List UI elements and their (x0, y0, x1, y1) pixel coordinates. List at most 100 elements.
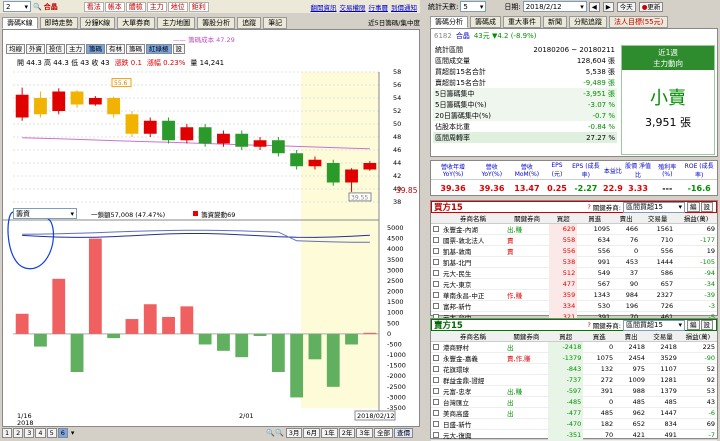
table-row[interactable]: 凱基-敦南賣 556 556 0 556 19 (431, 245, 717, 257)
column-header[interactable]: 券商名稱 (441, 213, 505, 224)
table-row[interactable]: 永豐金-內湖 出,賺 629 1095 466 1561 69 (431, 223, 717, 235)
row-checkbox[interactable] (433, 248, 439, 254)
column-header[interactable]: 買超 (549, 213, 578, 224)
dropdown-icon[interactable]: ▾ (71, 429, 75, 437)
btn-main[interactable]: 主力 (146, 1, 167, 12)
column-header[interactable]: 買進 (577, 213, 613, 224)
zoom-out-icon[interactable]: 🔍 (266, 429, 275, 437)
row-checkbox[interactable] (433, 366, 439, 372)
symbol-input[interactable]: 2 ▾ (3, 1, 31, 12)
link-rights[interactable]: 交易權限 (340, 2, 366, 12)
row-checkbox[interactable] (433, 270, 439, 276)
query-price-button[interactable]: 查價 (394, 428, 413, 438)
column-header[interactable]: 賣出 (615, 331, 648, 342)
row-checkbox[interactable] (433, 377, 439, 383)
tab-chips[interactable]: 籌股分析 (197, 17, 236, 29)
range-2[interactable]: 2 (13, 428, 24, 438)
link-calendar[interactable]: 行事曆 (369, 2, 389, 12)
search-icon[interactable]: 🔍 (33, 3, 42, 11)
tab-chip-analysis[interactable]: 籌碼分析 (430, 16, 468, 28)
column-header[interactable]: 交易量 (640, 213, 676, 224)
link-info[interactable]: 翻開資訊 (311, 2, 337, 12)
range-1y[interactable]: 1年 (321, 428, 338, 438)
range-all[interactable]: 全部 (374, 428, 393, 438)
sell-set-button[interactable]: 設 (700, 320, 713, 330)
table-row[interactable]: 華南永昌-中正 作,賺 359 1343 984 2327 -39 (431, 289, 717, 301)
range-4[interactable]: 4 (35, 428, 46, 438)
row-checkbox[interactable] (433, 344, 439, 350)
row-checkbox[interactable] (433, 226, 439, 232)
row-checkbox[interactable] (433, 388, 439, 394)
row-checkbox[interactable] (433, 292, 439, 298)
tab-news[interactable]: 新聞 (543, 16, 567, 28)
zoom-in-icon[interactable]: 🔍 (275, 429, 284, 437)
range-3m[interactable]: 3月 (285, 428, 303, 438)
prev-day-button[interactable]: ◀ (588, 1, 600, 12)
range-1[interactable]: 1 (2, 428, 13, 438)
column-header[interactable]: 關鍵券商 (505, 213, 550, 224)
tab-mainmap[interactable]: 主力地圖 (157, 17, 196, 29)
table-row[interactable]: 日盛-新竹 -470 182 652 834 69 (431, 418, 717, 430)
column-header[interactable]: 損益(萬) (678, 331, 717, 342)
date-picker[interactable]: 2018/2/12 ▾ (522, 1, 587, 12)
sell-range-select[interactable]: 區間買超15 ▾ (623, 319, 685, 331)
row-checkbox[interactable] (433, 421, 439, 427)
tab-broker[interactable]: 大單券商 (117, 17, 156, 29)
help-icon[interactable]: ? (587, 321, 590, 329)
refresh-button[interactable]: ●更新 (638, 1, 664, 12)
tab-note[interactable]: 筆記 (263, 17, 288, 29)
table-row[interactable]: 群益金鼎-證經 -737 272 1009 1281 92 (431, 374, 717, 386)
row-checkbox[interactable] (433, 303, 439, 309)
row-checkbox[interactable] (433, 281, 439, 287)
table-row[interactable]: 港商野村出 -2418 0 2418 2418 225 (431, 341, 717, 353)
btn-view[interactable]: 看法 (83, 1, 104, 12)
column-header[interactable]: 關鍵券商 (505, 331, 548, 342)
table-row[interactable]: 國票-敦北法人賣 558 634 76 710 -177 (431, 234, 717, 246)
row-checkbox[interactable] (433, 399, 439, 405)
column-header[interactable]: 賣出 (612, 213, 641, 224)
indicator-select[interactable]: 籌資 ▾ (13, 208, 77, 219)
next-day-button[interactable]: ▶ (602, 1, 614, 12)
row-checkbox[interactable] (433, 355, 439, 361)
tab-branch[interactable]: 分點追蹤 (569, 16, 607, 28)
range-3[interactable]: 3 (24, 428, 35, 438)
table-row[interactable]: 富邦-新竹 334 530 196 726 -3 (431, 300, 717, 312)
row-checkbox[interactable] (433, 410, 439, 416)
column-header[interactable]: 券商名稱 (441, 331, 505, 342)
table-row[interactable]: 元大-民生 512 549 37 586 -94 (431, 267, 717, 279)
row-checkbox[interactable] (433, 259, 439, 265)
candle-chart[interactable]: 585654525048464442403839.8539.5555.65000… (3, 30, 421, 428)
table-row[interactable]: 美商高盛出 -477 485 962 1447 -6 (431, 407, 717, 419)
row-checkbox[interactable] (433, 237, 439, 243)
btn-book[interactable]: 帳本 (104, 1, 125, 12)
sell-edit-button[interactable]: 編 (687, 320, 700, 330)
btn-profit[interactable]: 鉅利 (188, 1, 209, 12)
tab-events[interactable]: 重大事件 (503, 16, 541, 28)
buy-edit-button[interactable]: 編 (687, 202, 700, 212)
row-checkbox[interactable] (433, 432, 439, 438)
tab-kline[interactable]: 壽碼K線 (2, 17, 38, 29)
today-button[interactable]: 今天 (616, 1, 636, 12)
table-row[interactable]: 凱基-北門 538 991 453 1444 -105 (431, 256, 717, 268)
range-6[interactable]: 6 (57, 428, 68, 438)
column-header[interactable]: 交易量 (647, 331, 679, 342)
column-header[interactable]: 損益(萬) (675, 213, 717, 224)
btn-check[interactable]: 體檢 (125, 1, 146, 12)
tab-minute[interactable]: 分鐘K線 (79, 17, 116, 29)
tab-track[interactable]: 追蹤 (237, 17, 262, 29)
help-icon[interactable]: ? (587, 203, 590, 211)
tab-intraday[interactable]: 即時走勢 (39, 17, 78, 29)
column-header[interactable]: 買進 (583, 331, 616, 342)
tab-chip-cost[interactable]: 籌碼成 (470, 16, 501, 28)
link-alert[interactable]: 到價通知 (391, 2, 417, 12)
table-row[interactable]: 元富-忠孝 出,賺 -597 391 988 1379 53 (431, 385, 717, 397)
column-header[interactable]: 買超 (547, 331, 584, 342)
table-row[interactable]: 元大-東京 477 567 90 657 -34 (431, 278, 717, 290)
table-row[interactable]: 花旗環球 -843 132 975 1107 52 (431, 363, 717, 375)
days-select[interactable]: 5 ▾ (460, 1, 487, 12)
table-row[interactable]: 台灣匯立出 -485 0 485 485 43 (431, 396, 717, 408)
range-5[interactable]: 5 (46, 428, 57, 438)
table-row[interactable]: 永豐金-嘉義 賣,作,賺 -1379 1075 2454 3529 -90 (431, 352, 717, 364)
buy-range-select[interactable]: 區間買超15 ▾ (623, 201, 685, 213)
range-2y[interactable]: 2年 (338, 428, 356, 438)
